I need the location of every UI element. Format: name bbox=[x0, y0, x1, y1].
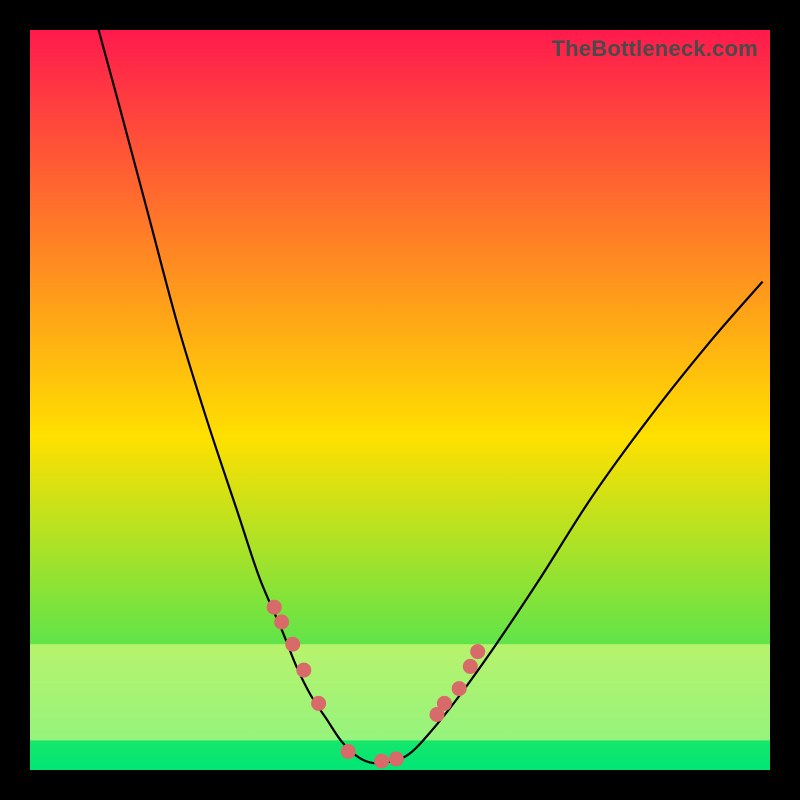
highlight-point bbox=[470, 644, 485, 659]
highlight-point bbox=[274, 615, 289, 630]
glow-band bbox=[30, 644, 770, 740]
highlight-point bbox=[389, 751, 404, 766]
chart-svg bbox=[30, 30, 770, 770]
highlight-point bbox=[463, 659, 478, 674]
highlight-point bbox=[267, 600, 282, 615]
plot-area: TheBottleneck.com bbox=[30, 30, 770, 770]
highlight-point bbox=[437, 696, 452, 711]
highlight-point bbox=[374, 754, 389, 769]
highlight-point bbox=[341, 744, 356, 759]
highlight-point bbox=[311, 696, 326, 711]
highlight-point bbox=[296, 663, 311, 678]
highlight-point bbox=[285, 637, 300, 652]
highlight-point bbox=[452, 681, 467, 696]
outer-frame: TheBottleneck.com bbox=[0, 0, 800, 800]
